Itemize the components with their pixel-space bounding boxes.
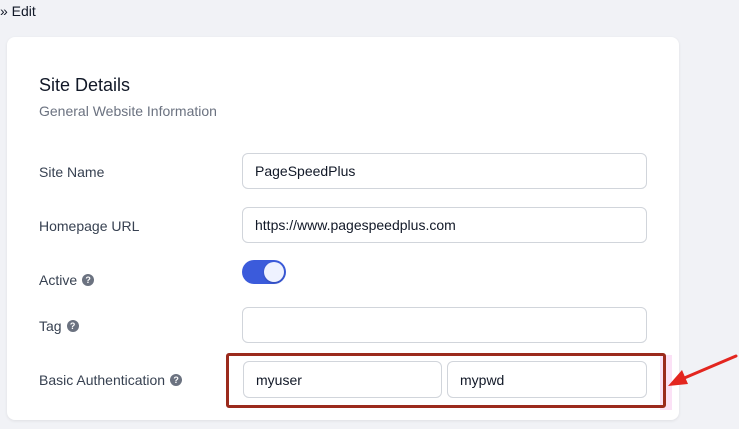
tag-input[interactable] — [242, 307, 647, 343]
toggle-knob — [264, 262, 284, 282]
active-toggle[interactable] — [242, 260, 286, 284]
tag-label: Tag ? — [39, 316, 79, 336]
breadcrumb: » Edit — [0, 3, 36, 19]
homepage-url-label-text: Homepage URL — [39, 218, 140, 234]
basic-auth-label-text: Basic Authentication — [39, 372, 166, 388]
tag-label-text: Tag — [39, 318, 62, 334]
annotation-arrow-icon — [668, 354, 738, 386]
homepage-url-input[interactable] — [242, 207, 647, 243]
homepage-url-label: Homepage URL — [39, 216, 139, 236]
basic-auth-label: Basic Authentication ? — [39, 370, 183, 390]
active-label-text: Active — [39, 272, 78, 288]
help-icon[interactable]: ? — [170, 374, 183, 386]
annotation-highlight-box — [226, 353, 666, 408]
site-name-input[interactable] — [242, 153, 647, 189]
active-label: Active ? — [39, 270, 95, 290]
card-subtitle: General Website Information — [39, 103, 217, 119]
site-name-label-text: Site Name — [39, 164, 105, 180]
help-icon[interactable]: ? — [66, 320, 79, 332]
help-icon[interactable]: ? — [82, 274, 95, 286]
site-name-label: Site Name — [39, 162, 104, 182]
annotation-arrow-head — [668, 370, 688, 386]
card-title: Site Details — [39, 75, 131, 95]
annotation-arrow-shaft — [680, 354, 738, 381]
